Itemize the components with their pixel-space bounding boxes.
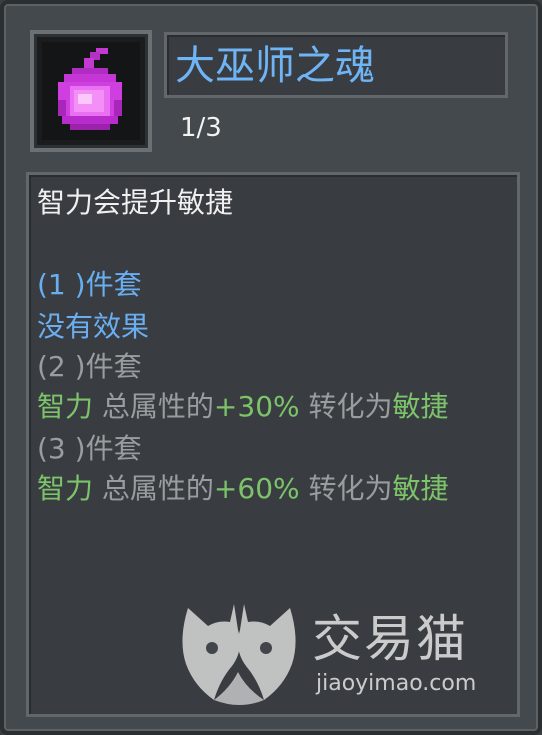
set-2-middle-text: 总属性的 xyxy=(93,390,214,423)
set-2-effect: 智力 总属性的+30% 转化为敏捷 xyxy=(37,387,449,427)
description-intro: 智力会提升敏捷 xyxy=(37,186,234,219)
set-2-header: (2 )件套 xyxy=(37,350,142,383)
pink-soul-orb-icon xyxy=(42,42,140,140)
set-3-percent: +60% xyxy=(213,472,300,505)
item-tooltip-panel: 大巫师之魂 1/3 智力会提升敏捷 (1 )件套 没有效果 (2 )件套 智力 … xyxy=(0,0,542,735)
set-1-effect: 没有效果 xyxy=(37,310,150,343)
set-1-header: (1 )件套 xyxy=(37,268,142,301)
set-3-middle-text: 总属性的 xyxy=(93,472,214,505)
set-3-convert-text: 转化为 xyxy=(299,472,393,505)
set-3-effect: 智力 总属性的+60% 转化为敏捷 xyxy=(37,469,449,509)
set-3-stat-from: 智力 xyxy=(37,472,94,505)
item-title-box: 大巫师之魂 xyxy=(164,32,508,98)
watermark: 交易猫 jiaoyimao.com xyxy=(174,600,504,710)
watermark-brand: 交易猫 xyxy=(312,610,468,668)
item-name: 大巫师之魂 xyxy=(175,43,375,89)
item-icon-frame xyxy=(30,30,152,152)
set-2-stat-to: 敏捷 xyxy=(392,390,449,423)
set-3-header: (3 )件套 xyxy=(37,432,142,465)
item-level-counter: 1/3 xyxy=(180,113,222,143)
cat-logo-icon xyxy=(182,604,296,705)
set-2-convert-text: 转化为 xyxy=(299,390,393,423)
set-2-percent: +30% xyxy=(213,390,300,423)
watermark-url: jiaoyimao.com xyxy=(316,671,477,696)
set-2-stat-from: 智力 xyxy=(37,390,94,423)
set-3-stat-to: 敏捷 xyxy=(392,472,449,505)
